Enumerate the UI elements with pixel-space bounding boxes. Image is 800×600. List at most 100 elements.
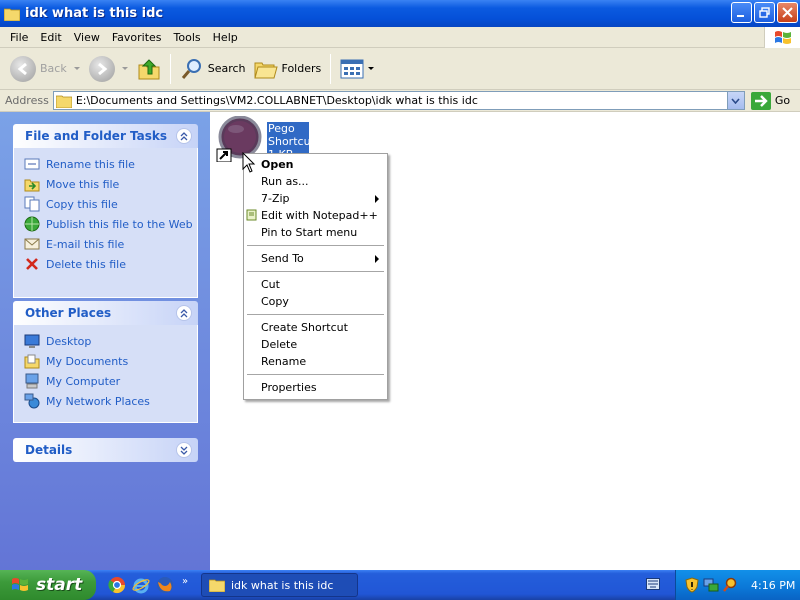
up-folder-button[interactable] [133, 51, 165, 87]
folders-icon [253, 62, 278, 78]
address-dropdown-button[interactable] [726, 92, 744, 109]
back-button[interactable]: Back [6, 51, 85, 87]
views-button[interactable] [336, 51, 379, 87]
context-menu: Open Run as... 7-Zip Edit with Notepad++… [243, 153, 388, 400]
address-field[interactable]: E:\Documents and Settings\VM2.COLLABNET\… [52, 91, 745, 110]
place-label: My Network Places [46, 394, 150, 408]
toolbar: Back Search Folders [0, 48, 800, 90]
system-tray: 4:16 PM [675, 570, 800, 600]
menu-item-delete[interactable]: Delete [244, 336, 387, 353]
taskbar-window-label: idk what is this idc [231, 578, 334, 592]
menu-view[interactable]: View [68, 31, 106, 44]
menu-item-open[interactable]: Open [244, 156, 387, 173]
menu-favorites[interactable]: Favorites [106, 31, 168, 44]
place-label: Desktop [46, 334, 92, 348]
folders-button[interactable]: Folders [250, 51, 326, 87]
close-icon [782, 7, 793, 18]
task-label: Copy this file [46, 197, 118, 211]
folder-icon [4, 8, 20, 21]
firefox-icon[interactable] [156, 576, 174, 594]
title-bar: idk what is this idc [0, 0, 800, 27]
delete-x-icon [24, 256, 40, 272]
chevron-right-icon[interactable]: » [182, 576, 188, 587]
task-publish[interactable]: Publish this file to the Web [24, 214, 197, 234]
task-label: Move this file [46, 177, 120, 191]
menu-separator [244, 241, 387, 250]
menu-item-pin[interactable]: Pin to Start menu [244, 224, 387, 241]
menu-item-create-shortcut[interactable]: Create Shortcut [244, 319, 387, 336]
menu-item-send-to[interactable]: Send To [244, 250, 387, 267]
start-label: start [36, 575, 83, 595]
other-places-header[interactable]: Other Places [13, 301, 198, 325]
taskbar-window-button[interactable]: idk what is this idc [201, 573, 358, 597]
details-header[interactable]: Details [13, 438, 198, 462]
menu-item-properties[interactable]: Properties [244, 379, 387, 396]
place-desktop[interactable]: Desktop [24, 331, 197, 351]
place-label: My Computer [46, 374, 121, 388]
my-documents-icon [24, 353, 40, 369]
address-path: E:\Documents and Settings\VM2.COLLABNET\… [75, 94, 478, 107]
search-button[interactable]: Search [176, 51, 250, 87]
menu-item-rename[interactable]: Rename [244, 353, 387, 370]
task-label: Delete this file [46, 257, 126, 271]
task-email[interactable]: E-mail this file [24, 234, 197, 254]
task-pane: File and Folder Tasks Rename this file M… [0, 112, 210, 570]
internet-explorer-icon[interactable] [132, 576, 150, 594]
menu-item-copy[interactable]: Copy [244, 293, 387, 310]
submenu-arrow-icon [375, 195, 379, 203]
menu-item-7zip[interactable]: 7-Zip [244, 190, 387, 207]
network-icon[interactable] [703, 577, 719, 593]
menu-bar: File Edit View Favorites Tools Help [0, 27, 800, 48]
mouse-cursor-icon [242, 152, 256, 173]
task-copy[interactable]: Copy this file [24, 194, 197, 214]
task-move[interactable]: Move this file [24, 174, 197, 194]
desktop-icon [24, 333, 40, 349]
chrome-icon[interactable] [108, 576, 126, 594]
menu-item-notepad[interactable]: Edit with Notepad++ [244, 207, 387, 224]
close-button[interactable] [777, 2, 798, 23]
menu-item-cut[interactable]: Cut [244, 276, 387, 293]
start-button[interactable]: start [0, 570, 96, 600]
up-folder-icon [138, 58, 160, 79]
views-icon [340, 59, 364, 78]
menu-item-run-as[interactable]: Run as... [244, 173, 387, 190]
address-label: Address [5, 94, 49, 107]
file-folder-tasks-header[interactable]: File and Folder Tasks [13, 124, 198, 148]
windows-logo-icon [12, 578, 28, 591]
file-label-line: Shortcut [268, 135, 315, 148]
maximize-button[interactable] [754, 2, 775, 23]
place-my-computer[interactable]: My Computer [24, 371, 197, 391]
file-label-line: Pego [268, 122, 295, 135]
keyboard-icon[interactable] [646, 578, 660, 590]
go-arrow-icon [750, 91, 771, 110]
forward-button[interactable] [85, 51, 133, 87]
details-panel: Details [13, 438, 198, 462]
folders-label: Folders [281, 62, 322, 75]
collapse-icon[interactable] [176, 305, 192, 321]
expand-icon[interactable] [176, 442, 192, 458]
place-my-documents[interactable]: My Documents [24, 351, 197, 371]
menu-edit[interactable]: Edit [34, 31, 67, 44]
menu-help[interactable]: Help [207, 31, 244, 44]
folder-icon [55, 95, 72, 108]
search-icon[interactable] [722, 577, 738, 593]
task-rename[interactable]: Rename this file [24, 154, 197, 174]
task-label: Rename this file [46, 157, 135, 171]
menu-item-label: 7-Zip [261, 192, 290, 205]
chevron-down-icon [121, 66, 128, 70]
menu-item-label: Send To [261, 252, 304, 265]
place-my-network[interactable]: My Network Places [24, 391, 197, 411]
go-label: Go [774, 94, 791, 107]
go-button[interactable]: Go [750, 91, 791, 110]
menu-tools[interactable]: Tools [168, 31, 207, 44]
minimize-button[interactable] [731, 2, 752, 23]
task-delete[interactable]: Delete this file [24, 254, 197, 274]
search-icon [181, 58, 201, 79]
file-name-label[interactable]: Pego Shortcut 1 KB [267, 122, 315, 153]
network-places-icon [24, 393, 40, 409]
security-shield-icon[interactable] [684, 577, 700, 593]
search-label: Search [207, 62, 246, 75]
menu-file[interactable]: File [4, 31, 34, 44]
file-folder-tasks-body: Rename this file Move this file Copy thi… [13, 148, 198, 298]
collapse-icon[interactable] [176, 128, 192, 144]
